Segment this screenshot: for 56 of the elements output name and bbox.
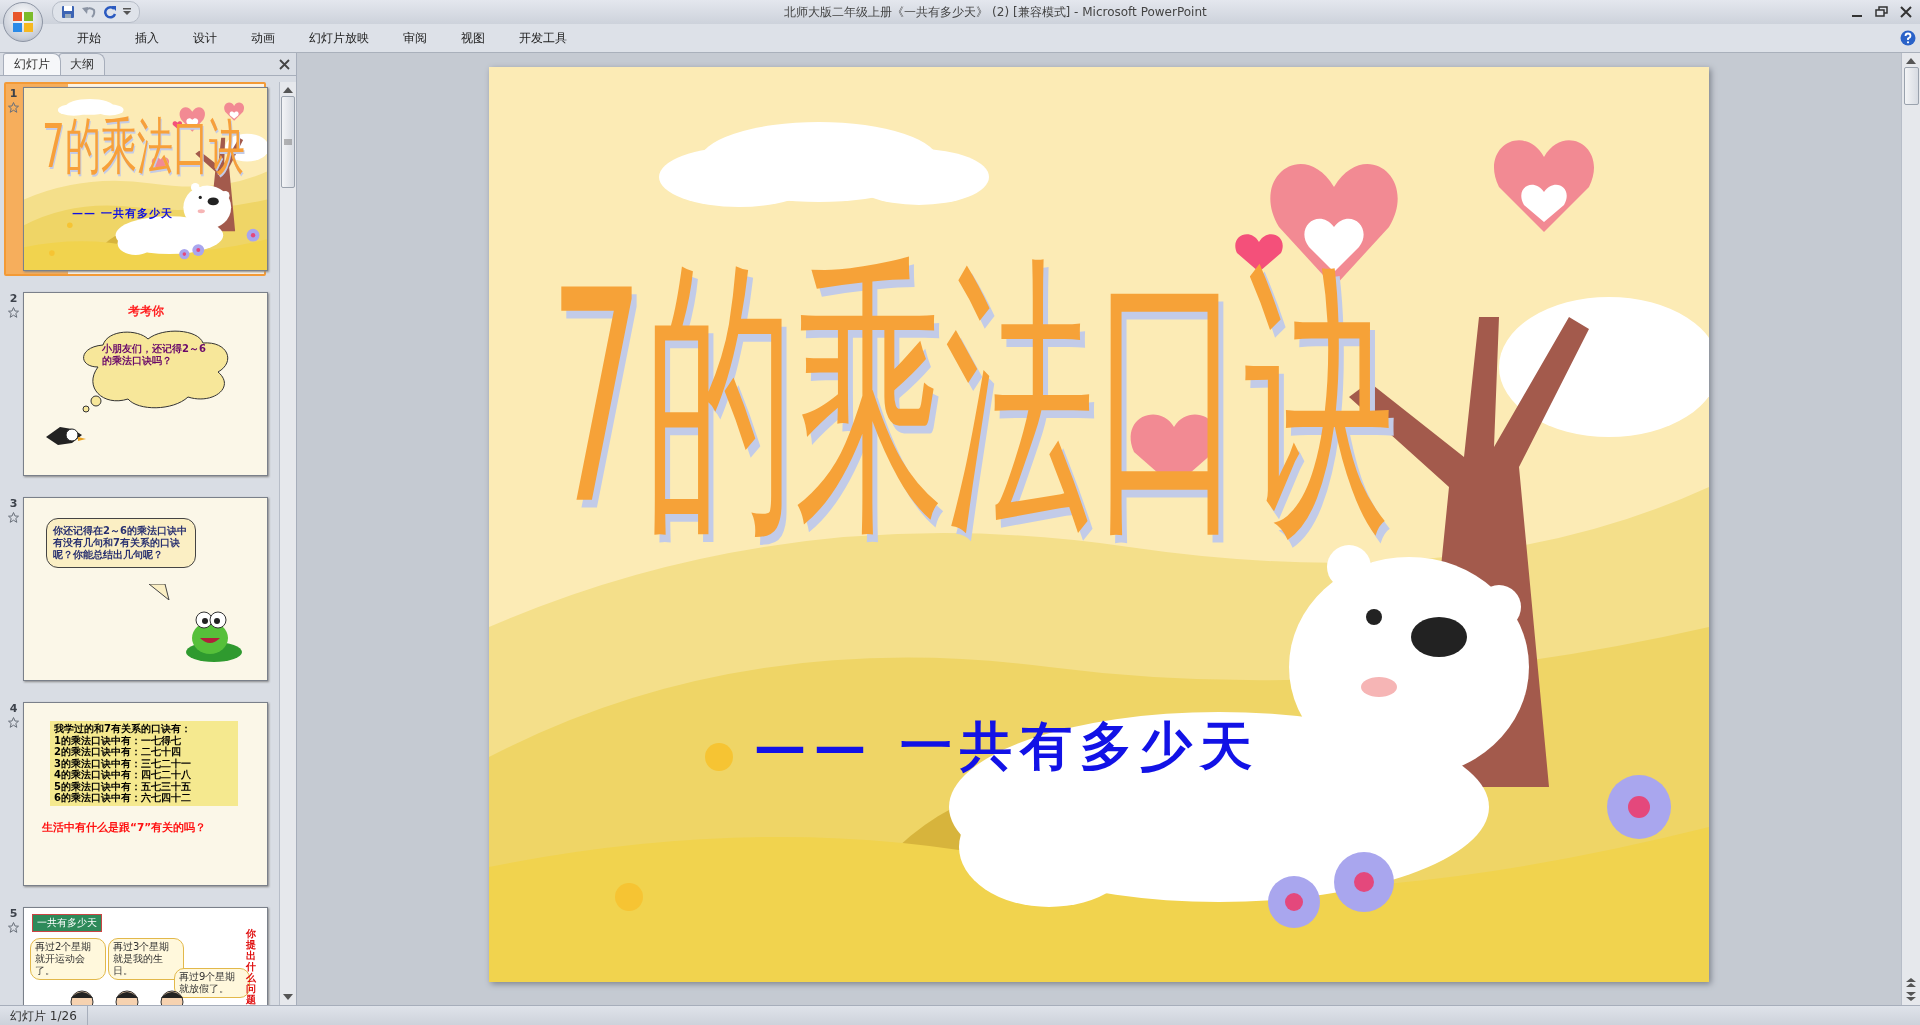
office-logo-icon [11, 10, 35, 34]
slide-subtitle: —— 一共有多少天 [72, 206, 173, 221]
star-icon [8, 307, 19, 318]
slide-number: 2 [9, 292, 18, 305]
question-text: 生活中有什么是跟“7”有关的吗？ [42, 821, 207, 835]
speech-bubble: 你还记得在2～6的乘法口诀中有没有几句和7有关系的口诀呢？你能总结出几句呢？ [46, 518, 196, 568]
redo-icon[interactable] [103, 5, 117, 19]
restore-icon[interactable] [1875, 6, 1888, 18]
list-line: 4的乘法口诀中有：四七二十八 [54, 769, 192, 781]
list-line: 2的乘法口诀中有：二七十四 [54, 746, 182, 758]
grip-icon [284, 139, 292, 145]
bubble-tail [148, 584, 170, 600]
scroll-down-icon[interactable] [283, 993, 293, 1001]
slide-title: 7的乘法口诀 [42, 116, 245, 178]
slide-heading: 考考你 [126, 303, 165, 320]
ribbon-tab[interactable]: 审阅 [386, 29, 444, 47]
list-line: 6的乘法口诀中有：六七四十二 [54, 792, 192, 804]
window-title: 北师大版二年级上册《一共有多少天》 (2) [兼容模式] - Microsoft PowerPoint [784, 3, 1207, 21]
list-line: 我学过的和7有关系的口诀有： [54, 723, 192, 735]
next-slide-icon[interactable] [1906, 991, 1916, 1001]
dropdown-icon[interactable] [123, 8, 131, 16]
scroll-up-icon[interactable] [283, 86, 293, 94]
ribbon-tab[interactable]: 插入 [118, 29, 176, 47]
panel-tab[interactable]: 大纲 [59, 53, 105, 75]
scroll-up-icon[interactable] [1906, 57, 1916, 65]
ribbon-tab[interactable]: 视图 [444, 29, 502, 47]
slide-thumbnail-item[interactable]: 1 7的乘法口诀 —— 一共有多少天 [4, 82, 266, 276]
scrollbar-thumb[interactable] [281, 96, 295, 188]
scrollbar-thumb[interactable] [1903, 67, 1919, 105]
slide-indicator: 幻灯片 1/26 [0, 1006, 88, 1025]
slide-number: 4 [9, 702, 18, 715]
ribbon-tab[interactable]: 动画 [234, 29, 292, 47]
star-icon [8, 922, 19, 933]
previous-slide-icon[interactable] [1906, 978, 1916, 988]
save-icon[interactable] [61, 5, 75, 19]
speech-bubble: 再过2个星期就开运动会了。 [30, 938, 106, 980]
slide-label: 一共有多少天 [32, 914, 102, 932]
star-icon [8, 102, 19, 113]
slide-number: 1 [9, 87, 18, 100]
slide-subtitle: —— 一共有多少天 [754, 714, 1261, 778]
help-icon[interactable] [1900, 30, 1916, 46]
list-line: 3的乘法口诀中有：三七二十一 [54, 757, 192, 769]
slide-number: 5 [9, 907, 18, 920]
ribbon-tab[interactable]: 开始 [60, 29, 118, 47]
list-line: 1的乘法口诀中有：一七得七 [54, 734, 182, 746]
ribbon-tab[interactable]: 开发工具 [502, 29, 584, 47]
close-icon[interactable] [1900, 6, 1912, 18]
close-icon[interactable] [279, 58, 290, 70]
ribbon-tab[interactable]: 设计 [176, 29, 234, 47]
slide-number: 3 [9, 497, 18, 510]
list-line: 5的乘法口诀中有：五七三十五 [54, 780, 192, 792]
thought-text: 小朋友们，还记得2～6的乘法口诀吗？ [102, 343, 207, 367]
star-icon [8, 717, 19, 728]
panel-tab[interactable]: 幻灯片 [3, 53, 61, 75]
ribbon-tab[interactable]: 幻灯片放映 [292, 29, 386, 47]
star-icon [8, 512, 19, 523]
